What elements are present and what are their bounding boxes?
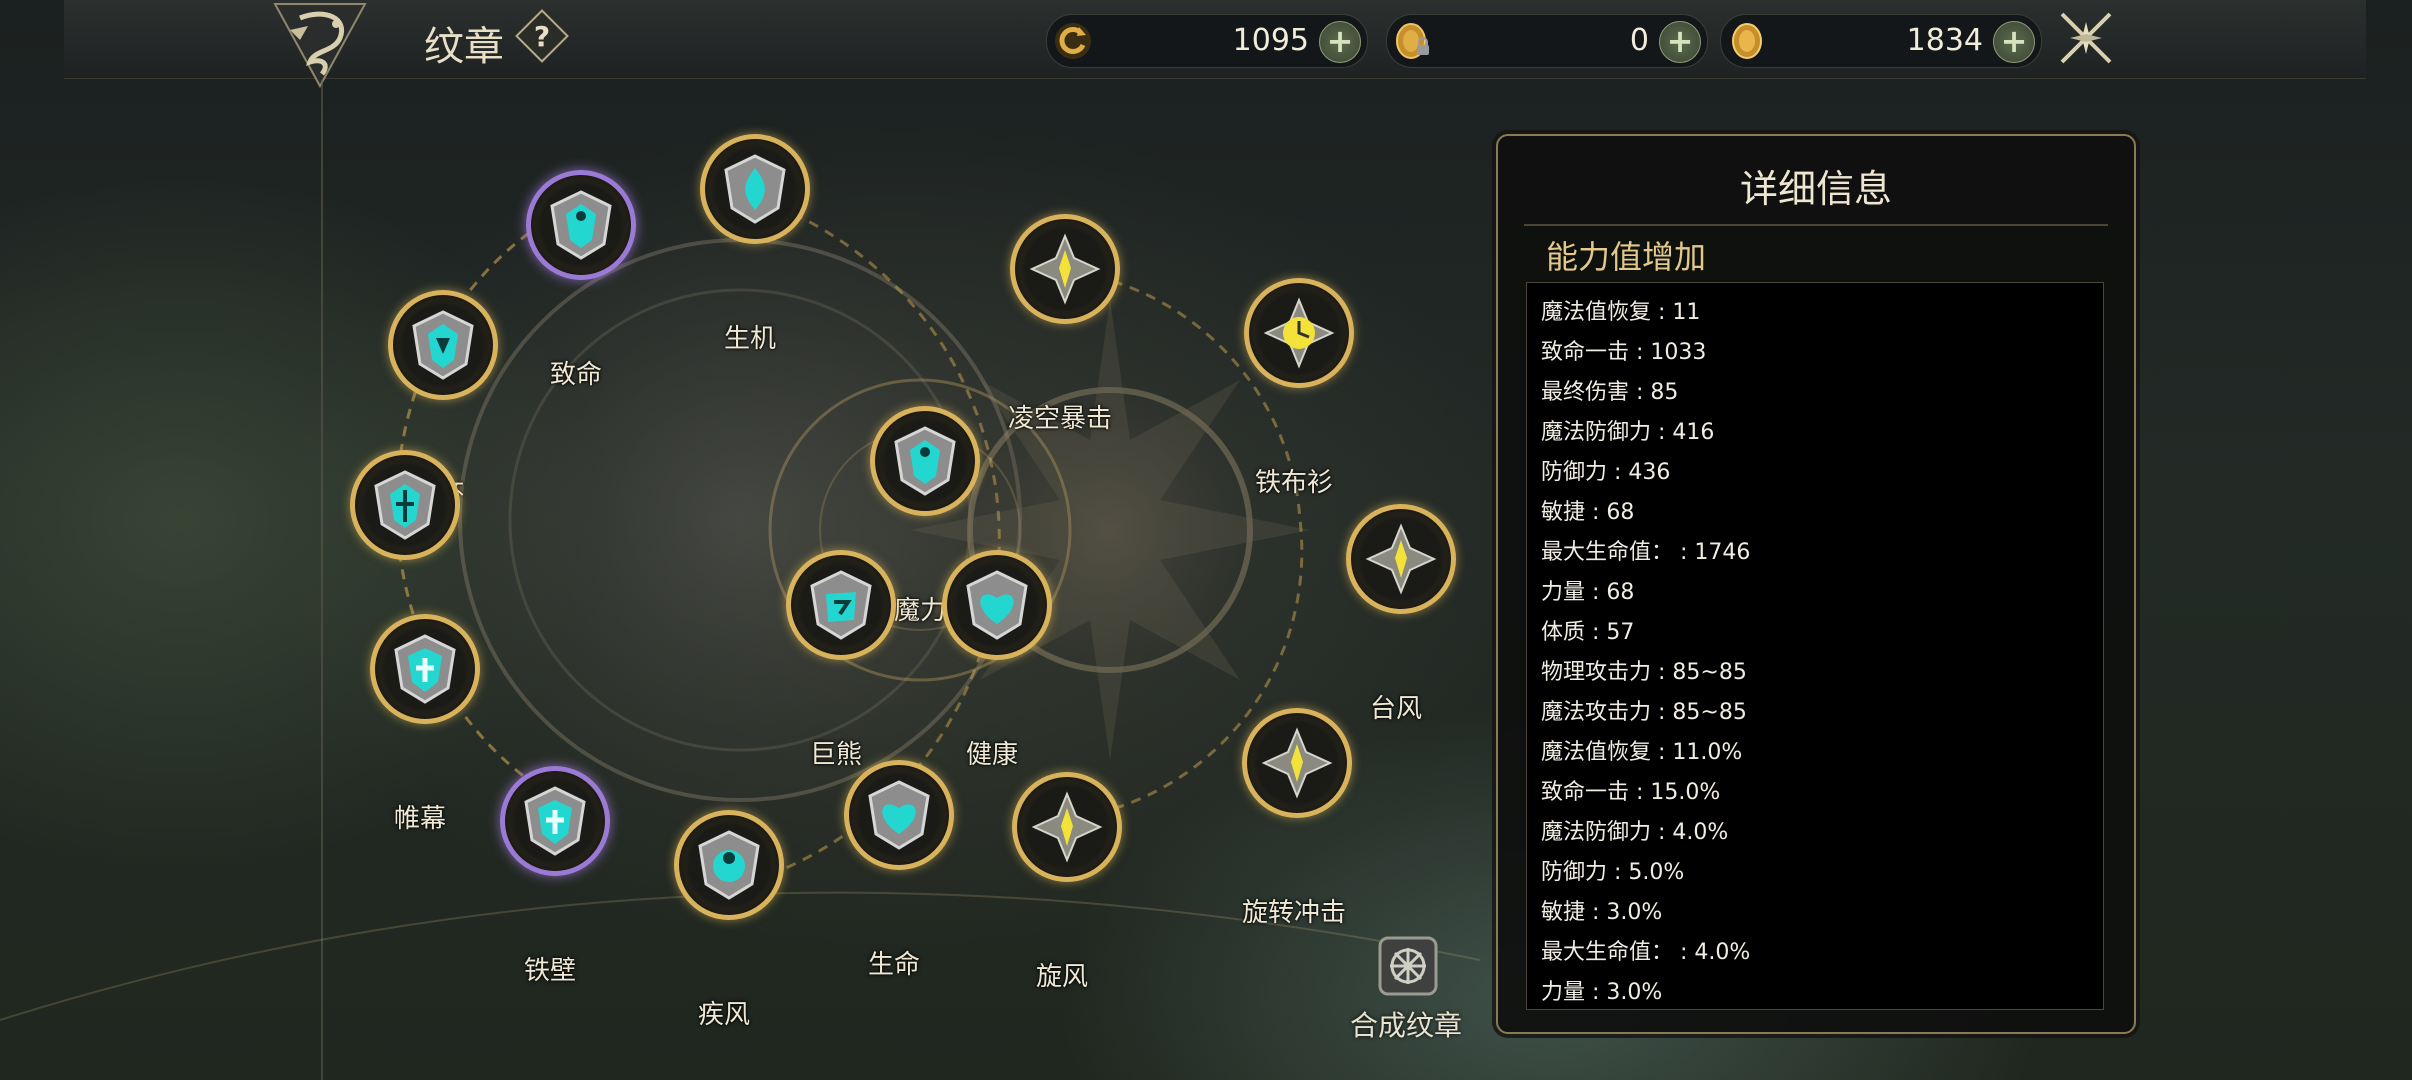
emblem-label: 生机	[723, 324, 777, 354]
stat-row: 物理攻击力 : 85~85	[1541, 660, 1747, 685]
emblem-label: 凌空暴击	[1007, 404, 1113, 434]
emblem-label: 生命	[867, 950, 921, 980]
stat-row: 力量 : 3.0%	[1541, 980, 1663, 1005]
stat-row: 致命一击 : 15.0%	[1541, 780, 1721, 805]
currency-value: 1095	[1232, 23, 1309, 58]
emblem-node-whirlwind[interactable]	[1012, 772, 1122, 882]
emblem-node-destruction[interactable]	[388, 290, 498, 400]
emblem-label: 致命	[549, 360, 603, 390]
stat-row: 魔法防御力 : 416	[1541, 420, 1715, 445]
add-currency-button[interactable]: +	[1319, 21, 1361, 63]
stat-row: 魔法攻击力 : 85~85	[1541, 700, 1747, 725]
add-currency-button[interactable]: +	[1659, 21, 1701, 63]
help-icon: ?	[533, 19, 551, 53]
emblem-label: 魔力	[893, 596, 947, 626]
emblem-label: 巨熊	[809, 740, 863, 770]
stat-row: 敏捷 : 68	[1541, 500, 1635, 525]
emblem-node-typhoon[interactable]	[1346, 504, 1456, 614]
stat-row: 致命一击 : 1033	[1541, 340, 1707, 365]
emblem-label: 疾风	[697, 1000, 751, 1030]
star-shield-yellow-icon	[1263, 297, 1335, 369]
shield-bear-icon	[810, 570, 872, 640]
currency-value: 1834	[1906, 23, 1983, 58]
emblem-node-health[interactable]	[942, 550, 1052, 660]
emblem-node-iron-shirt[interactable]	[1244, 278, 1354, 388]
shield-figure-icon	[374, 470, 436, 540]
stat-row: 魔法值恢复 : 11.0%	[1541, 740, 1743, 765]
emblem-label: 铁布衫	[1254, 468, 1334, 498]
shield-heart-icon	[966, 570, 1028, 640]
stat-row: 最大生命值： : 4.0%	[1541, 940, 1751, 965]
emblem-label: 健康	[965, 740, 1019, 770]
star-sword-icon	[1031, 791, 1103, 863]
star-sword-icon	[1029, 233, 1101, 305]
gold-coin-icon	[1727, 21, 1767, 61]
detail-subtitle: 能力值增加	[1546, 238, 1707, 276]
stat-row: 防御力 : 436	[1541, 460, 1671, 485]
shield-figure-icon	[550, 190, 612, 260]
emblem-node-giant-bear[interactable]	[786, 550, 896, 660]
stat-list-box[interactable]: 魔法值恢复 : 11 致命一击 : 1033 最终伤害 : 85 魔法防御力 :…	[1526, 282, 2104, 1010]
emblem-node-curtain[interactable]	[370, 614, 480, 724]
stat-row: 最大生命值： : 1746	[1541, 540, 1751, 565]
emblem-node-fatal[interactable]	[526, 170, 636, 280]
stat-row: 魔法防御力 : 4.0%	[1541, 820, 1729, 845]
currency-gold-coin: 1834 +	[1720, 14, 2042, 68]
add-currency-button[interactable]: +	[1993, 21, 2035, 63]
emblem-node-life[interactable]	[844, 760, 954, 870]
shield-cross-icon	[394, 634, 456, 704]
shield-figure-icon	[412, 310, 474, 380]
shield-cross-icon	[524, 786, 586, 856]
stat-row: 魔法值恢复 : 11	[1541, 300, 1701, 325]
emblem-label: 帷幕	[393, 804, 447, 834]
star-sword-icon	[1365, 523, 1437, 595]
currency-spiral: 1095 +	[1046, 14, 1368, 68]
stat-row: 最终伤害 : 85	[1541, 380, 1679, 405]
page-title: 纹章	[424, 24, 504, 70]
help-button[interactable]: ?	[515, 9, 569, 63]
stat-row: 体质 : 57	[1541, 620, 1635, 645]
emblem-label: 旋转冲击	[1241, 898, 1347, 928]
emblem-node-spin-strike[interactable]	[1242, 708, 1352, 818]
stat-row: 力量 : 68	[1541, 580, 1635, 605]
detail-title: 详细信息	[1739, 167, 1892, 211]
crossed-swords-close-icon[interactable]	[2056, 8, 2116, 68]
detail-panel: 详细信息 能力值增加 魔法值恢复 : 11 致命一击 : 1033 最终伤害 :…	[1496, 134, 2136, 1034]
emblem-node-final[interactable]	[350, 450, 460, 560]
stat-row: 敏捷 : 3.0%	[1541, 900, 1663, 925]
locked-coin-icon	[1393, 21, 1433, 61]
emblem-label: 台风	[1369, 694, 1423, 724]
spiral-currency-icon	[1053, 21, 1093, 61]
emblem-node-gale[interactable]	[674, 810, 784, 920]
emblem-node-aerial-crit[interactable]	[1010, 214, 1120, 324]
synthesize-emblem-icon[interactable]	[1376, 934, 1440, 998]
shield-figure-icon	[698, 830, 760, 900]
emblem-label: 铁壁	[523, 956, 577, 986]
shield-drop-icon	[724, 154, 786, 224]
currency-locked-coin: 0 +	[1386, 14, 1708, 68]
emblem-tree: 致命 生机 破坏 最终 帷幕 铁壁 疾风 生命 魔力 巨熊 健康 凌空暴击	[0, 80, 1480, 1080]
emblem-label: 旋风	[1035, 962, 1089, 992]
emblem-node-magic[interactable]	[870, 406, 980, 516]
stat-list: 魔法值恢复 : 11 致命一击 : 1033 最终伤害 : 85 魔法防御力 :…	[1527, 283, 2103, 1009]
shield-figure-icon	[894, 426, 956, 496]
star-sword-icon	[1261, 727, 1333, 799]
divider	[1524, 224, 2108, 226]
currency-value: 0	[1629, 23, 1649, 58]
dragon-logo-icon	[270, 0, 370, 88]
emblem-node-vitality[interactable]	[700, 134, 810, 244]
stat-row: 防御力 : 5.0%	[1541, 860, 1685, 885]
synthesize-emblem-button[interactable]: 合成纹章	[1350, 1004, 1462, 1044]
emblem-node-iron-wall[interactable]	[500, 766, 610, 876]
shield-heart-icon	[868, 780, 930, 850]
